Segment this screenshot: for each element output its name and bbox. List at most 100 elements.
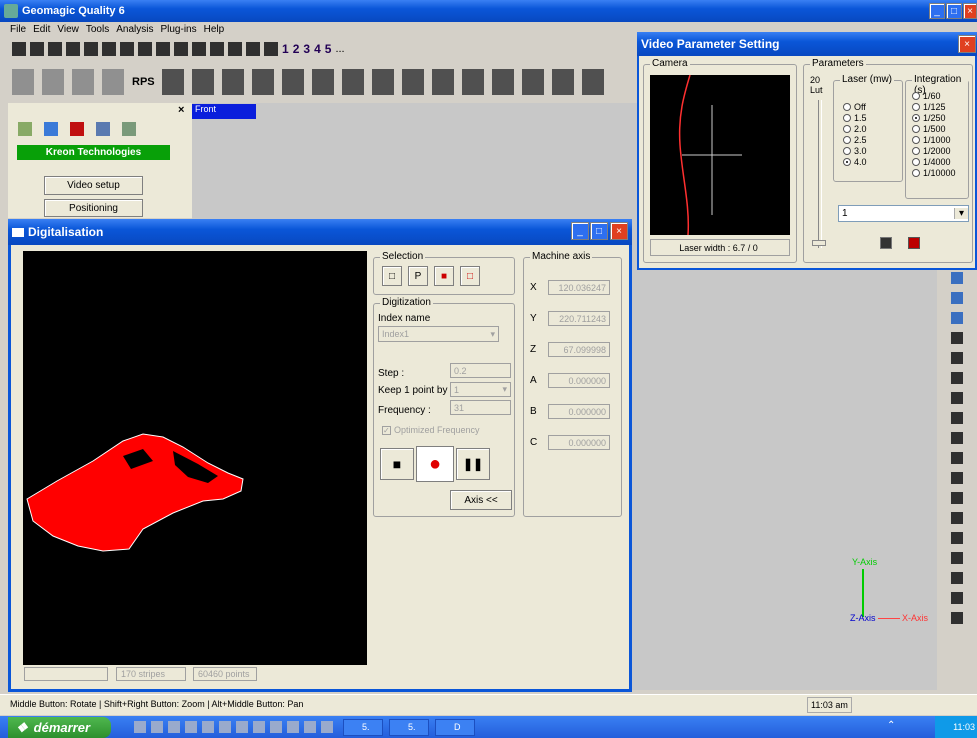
side-tool-7[interactable] bbox=[951, 412, 963, 424]
menu-tools[interactable]: Tools bbox=[86, 24, 109, 38]
side-tool-9[interactable] bbox=[951, 452, 963, 464]
side-tool-8[interactable] bbox=[951, 432, 963, 444]
record-button[interactable]: ● bbox=[416, 446, 454, 482]
toolbar-number-1[interactable]: 1 bbox=[282, 42, 289, 56]
quicklaunch-icon-5[interactable] bbox=[219, 721, 231, 733]
quicklaunch-icon-3[interactable] bbox=[185, 721, 197, 733]
axis-button[interactable]: Axis << bbox=[450, 490, 512, 510]
scan-view[interactable] bbox=[23, 251, 367, 665]
side-tool-12[interactable] bbox=[951, 512, 963, 524]
tool-11[interactable] bbox=[342, 69, 364, 95]
tool-3[interactable] bbox=[102, 69, 124, 95]
view-tab-front[interactable]: Front bbox=[192, 104, 256, 119]
side-tool-11[interactable] bbox=[951, 492, 963, 504]
maximize-button[interactable]: □ bbox=[946, 3, 962, 19]
side-tool-2[interactable] bbox=[951, 312, 963, 324]
tray-expand-icon[interactable]: ⌃ bbox=[887, 720, 895, 731]
tool-14[interactable] bbox=[432, 69, 454, 95]
step-field[interactable]: 0.2 bbox=[450, 363, 511, 378]
toolbar-icon-3[interactable] bbox=[66, 42, 80, 56]
side-tool-1[interactable] bbox=[951, 292, 963, 304]
quicklaunch-icon-6[interactable] bbox=[236, 721, 248, 733]
toolbar-icon-10[interactable] bbox=[192, 42, 206, 56]
laser-option[interactable]: 2.0 bbox=[843, 123, 867, 134]
tool-18[interactable] bbox=[552, 69, 574, 95]
laser-option[interactable]: Off bbox=[843, 101, 867, 112]
quicklaunch-icon-8[interactable] bbox=[270, 721, 282, 733]
tool-15[interactable] bbox=[462, 69, 484, 95]
tool-13[interactable] bbox=[402, 69, 424, 95]
tool-7[interactable] bbox=[222, 69, 244, 95]
dig-maximize-button[interactable]: □ bbox=[590, 222, 608, 240]
close-button[interactable]: × bbox=[963, 3, 977, 19]
video-close-button[interactable]: × bbox=[958, 35, 976, 53]
minimize-button[interactable]: _ bbox=[929, 3, 945, 19]
tool-16[interactable] bbox=[492, 69, 514, 95]
toolbar-number-3[interactable]: 3 bbox=[303, 42, 310, 56]
save-icon[interactable] bbox=[880, 237, 892, 249]
select-lasso-button[interactable]: P bbox=[408, 266, 428, 286]
grid-icon[interactable] bbox=[122, 122, 136, 136]
menu-analysis[interactable]: Analysis bbox=[116, 24, 153, 38]
integration-option[interactable]: 1/1000 bbox=[912, 134, 956, 145]
optimized-checkbox[interactable]: ✓ Optimized Frequency bbox=[382, 425, 480, 435]
select-rect-button[interactable]: □ bbox=[382, 266, 402, 286]
lut-slider[interactable] bbox=[818, 100, 822, 248]
toolbar-icon-5[interactable] bbox=[102, 42, 116, 56]
lut-slider-thumb[interactable] bbox=[812, 240, 826, 246]
toolbar-icon-1[interactable] bbox=[30, 42, 44, 56]
video-setup-button[interactable]: Video setup bbox=[44, 176, 143, 195]
integration-option[interactable]: 1/125 bbox=[912, 101, 956, 112]
start-button[interactable]: ❖ démarrer bbox=[8, 717, 111, 738]
task-button[interactable]: 5. bbox=[343, 719, 383, 736]
side-tool-0[interactable] bbox=[951, 272, 963, 284]
select-red-button[interactable]: ■ bbox=[434, 266, 454, 286]
toolbar-number-4[interactable]: 4 bbox=[314, 42, 321, 56]
laser-option[interactable]: 1.5 bbox=[843, 112, 867, 123]
param-select[interactable]: 1 ▾ bbox=[838, 205, 969, 222]
task-button[interactable]: D bbox=[435, 719, 475, 736]
side-tool-6[interactable] bbox=[951, 392, 963, 404]
keep-select[interactable]: 1 ▾ bbox=[450, 382, 511, 397]
integration-option[interactable]: 1/10000 bbox=[912, 167, 956, 178]
side-tool-13[interactable] bbox=[951, 532, 963, 544]
select-red-outline-button[interactable]: □ bbox=[460, 266, 480, 286]
tool-10[interactable] bbox=[312, 69, 334, 95]
tool-9[interactable] bbox=[282, 69, 304, 95]
side-tool-10[interactable] bbox=[951, 472, 963, 484]
tool-6[interactable] bbox=[192, 69, 214, 95]
tool-5[interactable] bbox=[162, 69, 184, 95]
integration-option[interactable]: 1/500 bbox=[912, 123, 956, 134]
tool-8[interactable] bbox=[252, 69, 274, 95]
tool-1[interactable] bbox=[42, 69, 64, 95]
task-button[interactable]: 5. bbox=[389, 719, 429, 736]
pause-button[interactable]: ❚❚ bbox=[456, 448, 490, 480]
side-tool-16[interactable] bbox=[951, 592, 963, 604]
quicklaunch-icon-4[interactable] bbox=[202, 721, 214, 733]
frequency-field[interactable]: 31 bbox=[450, 400, 511, 415]
side-tool-15[interactable] bbox=[951, 572, 963, 584]
quicklaunch-icon-11[interactable] bbox=[321, 721, 333, 733]
scanner-icon[interactable] bbox=[96, 122, 110, 136]
quicklaunch-icon-10[interactable] bbox=[304, 721, 316, 733]
toolbar-icon-0[interactable] bbox=[12, 42, 26, 56]
toolbar-icon-11[interactable] bbox=[210, 42, 224, 56]
toolbar-icon-12[interactable] bbox=[228, 42, 242, 56]
quicklaunch-icon-0[interactable] bbox=[134, 721, 146, 733]
integration-option[interactable]: 1/60 bbox=[912, 90, 956, 101]
tool-17[interactable] bbox=[522, 69, 544, 95]
quicklaunch-icon-2[interactable] bbox=[168, 721, 180, 733]
toolbar-icon-2[interactable] bbox=[48, 42, 62, 56]
integration-option[interactable]: 1/4000 bbox=[912, 156, 956, 167]
toolbar-number-5[interactable]: 5 bbox=[325, 42, 332, 56]
side-tool-4[interactable] bbox=[951, 352, 963, 364]
toolbar-more[interactable]: ... bbox=[335, 43, 344, 55]
toolbar-icon-7[interactable] bbox=[138, 42, 152, 56]
tool-12[interactable] bbox=[372, 69, 394, 95]
toolbar-number-2[interactable]: 2 bbox=[293, 42, 300, 56]
toolbar-icon-13[interactable] bbox=[246, 42, 260, 56]
toolbar-icon-9[interactable] bbox=[174, 42, 188, 56]
integration-option[interactable]: 1/2000 bbox=[912, 145, 956, 156]
quicklaunch-icon-7[interactable] bbox=[253, 721, 265, 733]
dig-close-button[interactable]: × bbox=[610, 222, 628, 240]
